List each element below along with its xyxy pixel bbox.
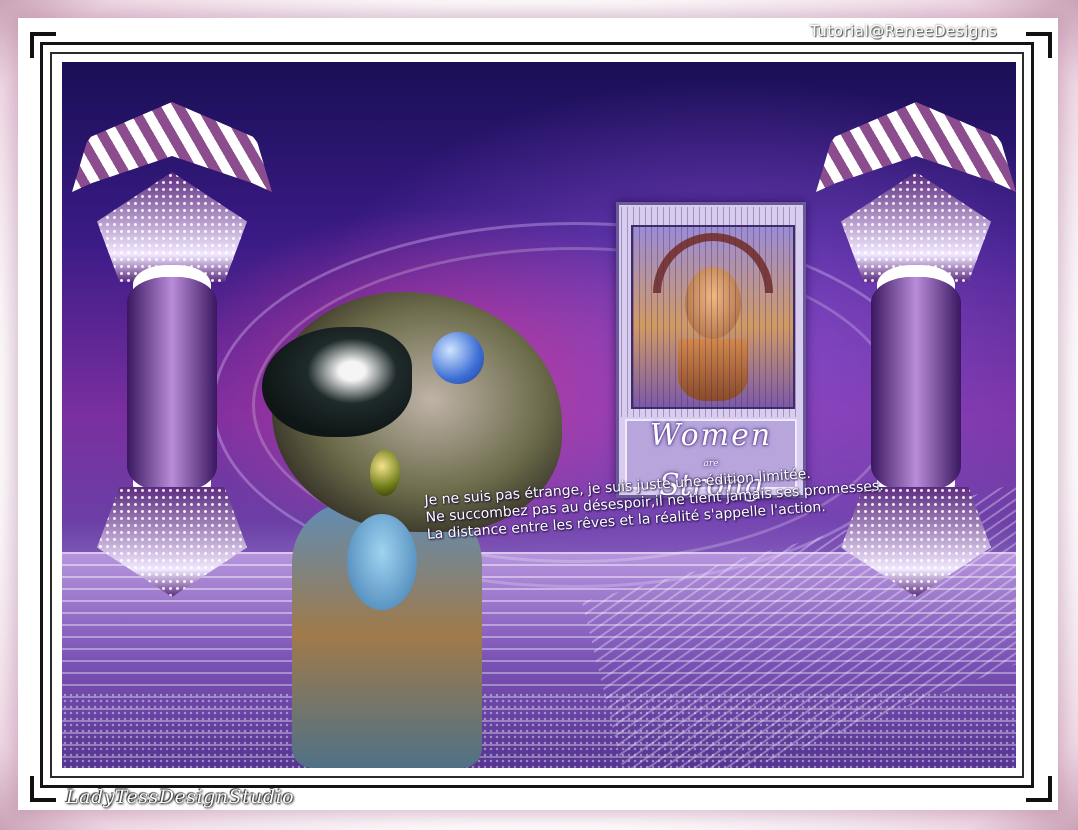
poster-artwork bbox=[631, 225, 795, 409]
pillar-right bbox=[816, 102, 1016, 602]
pillar-bottom-dotted bbox=[97, 487, 247, 597]
tutorial-watermark: Tutorial@ReneeDesigns bbox=[810, 22, 998, 40]
studio-signature: LadyTessDesignStudio bbox=[66, 786, 295, 808]
pillar-top-dotted bbox=[841, 172, 991, 282]
pillar-left bbox=[72, 102, 272, 602]
poster-face bbox=[685, 267, 741, 339]
pillar-top-dotted bbox=[97, 172, 247, 282]
peacock-head bbox=[262, 327, 412, 437]
poster-vase bbox=[678, 339, 748, 401]
corner-ornament-top-right bbox=[1026, 32, 1052, 58]
pillar-body bbox=[127, 277, 217, 492]
corner-ornament-bottom-left bbox=[30, 776, 56, 802]
green-gem bbox=[370, 450, 400, 496]
women-strong-poster: Women are Strong bbox=[616, 202, 806, 502]
blue-face bbox=[347, 514, 417, 610]
artwork-canvas: Women are Strong bbox=[62, 62, 1016, 768]
corner-ornament-bottom-right bbox=[1026, 776, 1052, 802]
blue-orb bbox=[432, 332, 484, 384]
corner-ornament-top-left bbox=[30, 32, 56, 58]
poster-caption-line1: Women bbox=[649, 418, 773, 453]
